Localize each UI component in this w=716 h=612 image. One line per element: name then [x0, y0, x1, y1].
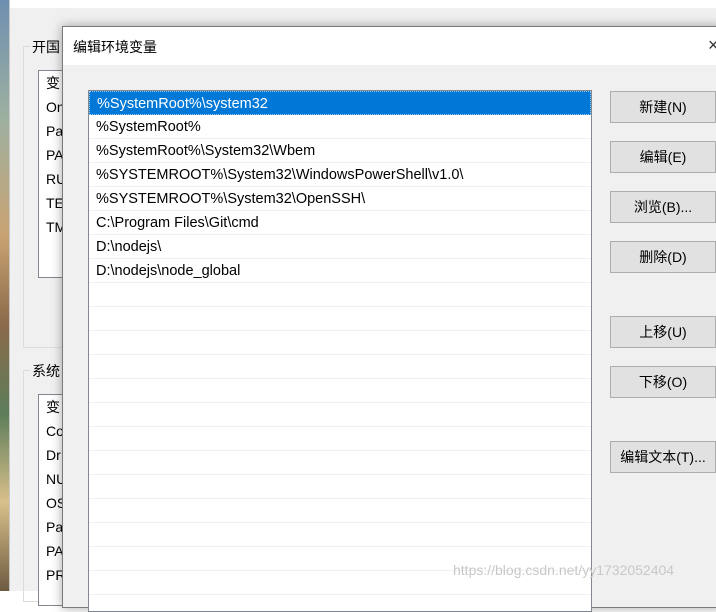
dialog-titlebar: 编辑环境变量 ×	[63, 27, 716, 65]
window-top-strip	[10, 0, 716, 8]
empty-row	[89, 355, 591, 379]
empty-row	[89, 475, 591, 499]
path-entry[interactable]: D:\nodejs\node_global	[89, 259, 591, 283]
empty-row	[89, 427, 591, 451]
empty-row	[89, 331, 591, 355]
empty-row	[89, 403, 591, 427]
path-entries-list[interactable]: %SystemRoot%\system32 %SystemRoot% %System…	[88, 90, 592, 612]
new-button[interactable]: 新建(N)	[610, 91, 716, 123]
path-entry[interactable]: C:\Program Files\Git\cmd	[89, 211, 591, 235]
move-up-button[interactable]: 上移(U)	[610, 316, 716, 348]
edit-environment-variable-dialog: 编辑环境变量 × %SystemRoot%\system32 %SystemRoo…	[62, 26, 716, 612]
watermark: https://blog.csdn.net/yy1732052404	[453, 562, 675, 578]
empty-row	[89, 451, 591, 475]
path-entry[interactable]: %SYSTEMROOT%\System32\OpenSSH\	[89, 187, 591, 211]
empty-row	[89, 523, 591, 547]
path-entry[interactable]: %SystemRoot%	[89, 115, 591, 139]
edit-text-button[interactable]: 编辑文本(T)...	[610, 441, 716, 473]
path-entry[interactable]: %SystemRoot%\system32	[89, 91, 591, 115]
user-variables-title: 开国	[30, 37, 62, 57]
system-variables-title: 系统	[30, 361, 62, 381]
path-entry[interactable]: %SystemRoot%\System32\Wbem	[89, 139, 591, 163]
empty-row	[89, 283, 591, 307]
edit-button[interactable]: 编辑(E)	[610, 141, 716, 173]
empty-row	[89, 499, 591, 523]
browse-button[interactable]: 浏览(B)...	[610, 191, 716, 223]
path-entry[interactable]: %SYSTEMROOT%\System32\WindowsPowerShell\…	[89, 163, 591, 187]
empty-row	[89, 379, 591, 403]
path-entry[interactable]: D:\nodejs\	[89, 235, 591, 259]
empty-row	[89, 307, 591, 331]
move-down-button[interactable]: 下移(O)	[610, 366, 716, 398]
close-icon[interactable]: ×	[708, 35, 716, 56]
desktop-background	[0, 0, 9, 591]
dialog-title: 编辑环境变量	[73, 39, 157, 55]
delete-button[interactable]: 删除(D)	[610, 241, 716, 273]
